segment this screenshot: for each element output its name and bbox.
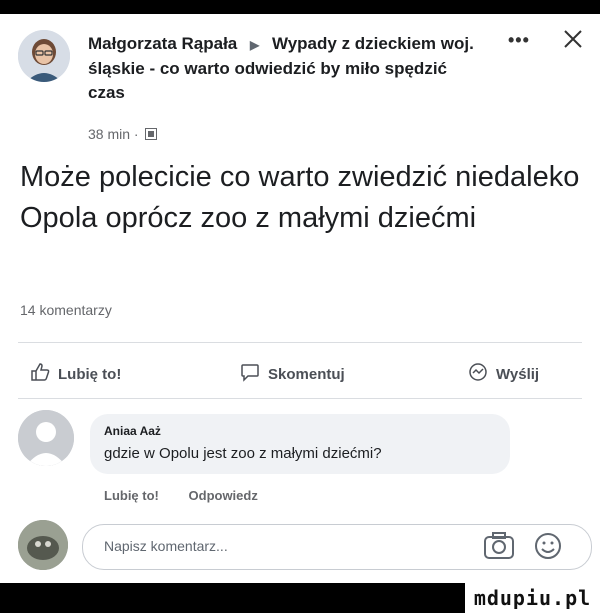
post-meta: 38 min · (88, 126, 158, 143)
arrow-right-icon: ▶ (250, 38, 260, 52)
post-header: Małgorzata Rąpała ▶ Wypady z dzieckiem w… (88, 32, 488, 105)
like-button[interactable]: Lubię to! (30, 362, 121, 386)
comments-count[interactable]: 14 komentarzy (20, 302, 112, 318)
comment-label: Skomentuj (268, 365, 345, 383)
watermark: mdupiu.pl (465, 583, 600, 613)
top-black-bar (0, 0, 600, 14)
more-icon[interactable]: ••• (508, 30, 530, 51)
divider (18, 398, 582, 399)
current-user-avatar (18, 520, 68, 570)
post-time[interactable]: 38 min · (88, 126, 139, 142)
close-icon[interactable] (562, 28, 584, 55)
share-button[interactable]: Wyślij (468, 362, 539, 386)
share-label: Wyślij (496, 365, 540, 383)
like-label: Lubię to! (58, 365, 122, 383)
comment-button[interactable]: Skomentuj (240, 362, 345, 386)
post-text: Może polecicie co warto zwiedzić niedale… (20, 161, 580, 234)
comment-input-placeholder: Napisz komentarz... (104, 538, 228, 554)
author-avatar[interactable] (18, 30, 70, 82)
comment-actions: Lubię to! Odpowiedz (104, 488, 284, 503)
comment-text: gdzie w Opolu jest zoo z małymi dziećmi? (104, 445, 382, 462)
smile-icon[interactable] (533, 531, 563, 566)
author-name[interactable]: Małgorzata Rąpała (88, 34, 237, 53)
comment-like-link[interactable]: Lubię to! (104, 488, 159, 503)
comment-bubble (90, 414, 510, 474)
comment-icon (240, 362, 260, 386)
comment-reply-link[interactable]: Odpowiedz (189, 488, 258, 503)
globe-icon (145, 127, 158, 143)
camera-icon[interactable] (483, 531, 515, 566)
comment-author[interactable]: Aniaa Aaż (104, 424, 161, 438)
share-icon (468, 362, 488, 386)
like-icon (30, 362, 50, 386)
post-view: Małgorzata Rąpała ▶ Wypady z dzieckiem w… (0, 0, 600, 613)
commenter-avatar[interactable] (18, 410, 74, 466)
divider (18, 342, 582, 343)
